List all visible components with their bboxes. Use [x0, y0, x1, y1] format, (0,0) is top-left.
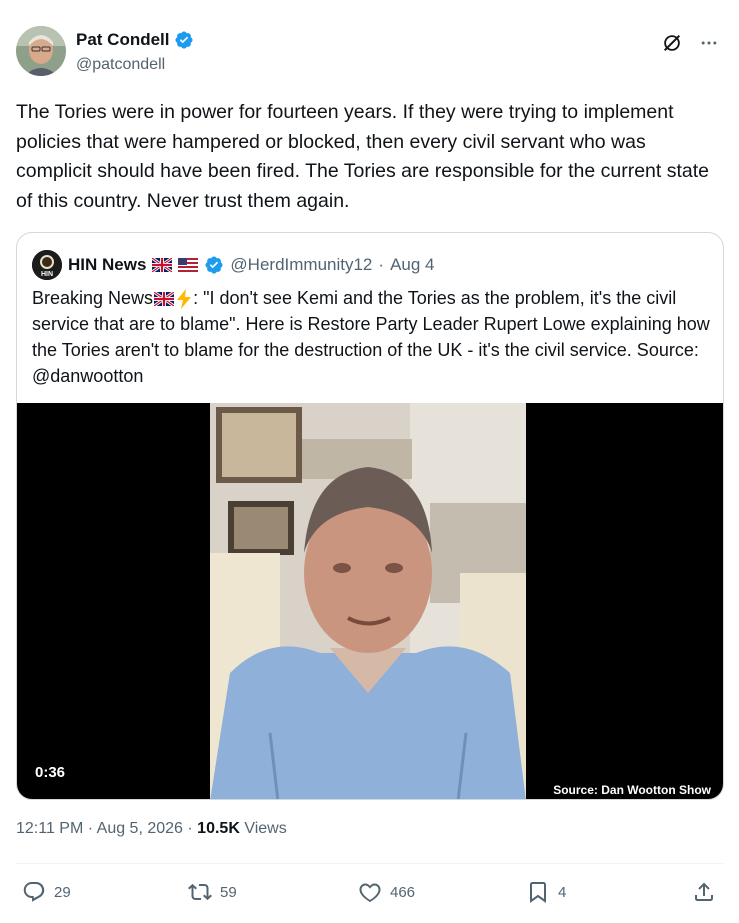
quote-handle[interactable]: @HerdImmunity12 — [230, 255, 372, 275]
share-icon — [695, 882, 713, 901]
video-frame — [210, 403, 526, 799]
quote-separator: · — [378, 255, 385, 274]
action-bar: 29 59 466 4 — [16, 880, 723, 914]
divider — [16, 863, 723, 864]
repost-button[interactable]: 59 — [188, 880, 237, 904]
like-count: 466 — [390, 883, 416, 901]
bookmark-icon — [530, 882, 546, 903]
like-button[interactable]: 466 — [358, 880, 415, 904]
bookmark-count: 4 — [558, 883, 567, 901]
author-display-name[interactable]: Pat Condell — [76, 30, 170, 50]
lightning-icon — [177, 289, 192, 310]
uk-flag-icon — [152, 258, 173, 272]
repost-icon — [188, 883, 212, 901]
quoted-tweet[interactable]: HIN HIN News @HerdImmunity12 · Aug 4 Bre… — [16, 232, 724, 800]
us-flag-icon — [178, 258, 199, 272]
repost-count: 59 — [220, 883, 237, 901]
views-label: Views — [244, 820, 287, 837]
views-count: 10.5K — [197, 820, 240, 837]
tweet-text: The Tories were in power for fourteen ye… — [16, 101, 709, 212]
video-duration: 0:36 — [29, 762, 72, 783]
video-source-label: Source: Dan Wootton Show — [553, 783, 711, 797]
tweet-meta: 12:11 PM · Aug 5, 2026 · 10.5K Views — [16, 820, 287, 838]
meta-separator: · — [187, 820, 193, 837]
bookmark-button[interactable]: 4 — [526, 880, 566, 904]
heart-icon — [359, 883, 381, 903]
more-icon[interactable] — [699, 33, 719, 53]
quote-display-name[interactable]: HIN News — [68, 255, 146, 275]
tweet-header: Pat Condell @patcondell — [16, 26, 723, 82]
quote-text: Breaking News : "I don't see Kemi and th… — [32, 285, 712, 389]
quote-date[interactable]: Aug 4 — [390, 255, 434, 275]
quote-avatar[interactable]: HIN — [32, 250, 62, 280]
reply-button[interactable]: 29 — [22, 880, 71, 904]
uk-flag-icon — [154, 292, 175, 307]
reply-icon — [23, 882, 45, 902]
grok-icon[interactable] — [661, 32, 683, 54]
tweet-time[interactable]: 12:11 PM — [16, 820, 83, 837]
meta-separator: · — [87, 820, 94, 837]
svg-text:HIN: HIN — [41, 271, 53, 278]
tweet-date[interactable]: Aug 5, 2026 — [97, 820, 183, 837]
share-button[interactable] — [692, 880, 716, 904]
quote-text-prefix: Breaking News — [32, 288, 154, 308]
author-handle[interactable]: @patcondell — [76, 56, 165, 74]
author-avatar[interactable] — [16, 26, 66, 76]
video-player[interactable]: 0:36 Source: Dan Wootton Show — [17, 403, 723, 799]
quote-verified-badge-icon — [205, 256, 223, 274]
reply-count: 29 — [54, 883, 71, 901]
verified-badge-icon — [174, 31, 193, 49]
